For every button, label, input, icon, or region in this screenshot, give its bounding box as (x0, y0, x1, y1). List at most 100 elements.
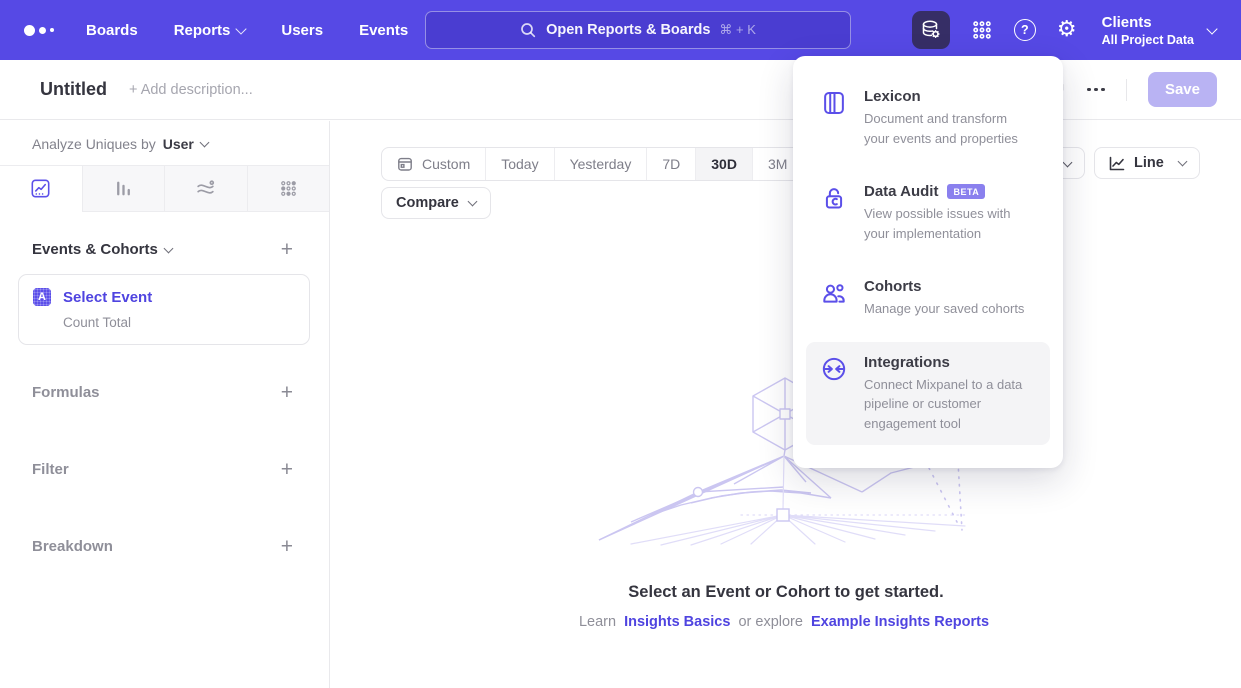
cohorts-title: Cohorts (864, 278, 1024, 295)
project-subtitle: All Project Data (1102, 33, 1194, 47)
help-button[interactable]: ? (1014, 19, 1036, 41)
nav-events[interactable]: Events (359, 22, 408, 39)
data-management-menu: Lexicon Document and transform your even… (793, 56, 1063, 468)
events-section-header: Events & Cohorts + (0, 239, 329, 260)
tab-metric-grid[interactable] (247, 166, 330, 212)
breakdown-row: Breakdown + (0, 536, 329, 557)
tab-flow-chart[interactable] (164, 166, 247, 212)
add-breakdown-button[interactable]: + (281, 536, 293, 557)
apps-grid-icon (971, 19, 993, 41)
event-card[interactable]: A Select Event Count Total (18, 274, 310, 345)
gear-icon: ⚙ (1057, 19, 1077, 41)
chevron-down-icon (236, 23, 247, 34)
analyze-prefix: Analyze Uniques by (32, 136, 156, 152)
nav-reports[interactable]: Reports (174, 22, 246, 39)
count-total-dropdown[interactable]: Count Total (63, 315, 295, 330)
dot (1101, 88, 1105, 92)
top-navbar: Boards Reports Users Events Open Reports… (0, 0, 1241, 60)
events-section-toggle[interactable]: Events & Cohorts (32, 241, 172, 258)
analyze-unit-dropdown[interactable]: User (163, 136, 208, 152)
metric-grid-icon (278, 178, 299, 199)
more-options-button[interactable] (1087, 84, 1105, 96)
example-reports-link[interactable]: Example Insights Reports (811, 614, 989, 630)
add-filter-button[interactable]: + (281, 459, 293, 480)
range-custom-label: Custom (422, 156, 470, 172)
dot (1094, 88, 1098, 92)
question-mark-icon: ? (1014, 19, 1036, 41)
insights-basics-link[interactable]: Insights Basics (624, 614, 730, 630)
project-name: Clients (1102, 14, 1194, 31)
global-search[interactable]: Open Reports & Boards ⌘ + K (425, 11, 851, 49)
line-chart-icon (30, 178, 51, 199)
beta-badge: BETA (947, 184, 985, 199)
formulas-label: Formulas (32, 384, 100, 401)
cohorts-icon (821, 278, 849, 319)
add-formula-button[interactable]: + (281, 382, 293, 403)
range-today[interactable]: Today (485, 148, 553, 180)
data-management-button[interactable] (912, 11, 950, 49)
empty-state-title: Select an Event or Cohort to get started… (331, 583, 1241, 602)
chevron-down-icon (1206, 23, 1217, 34)
mixpanel-logo[interactable] (24, 25, 68, 36)
query-builder-sidebar: Analyze Uniques by User (0, 121, 330, 688)
page-title[interactable]: Untitled (40, 79, 107, 100)
lexicon-description: Document and transform your events and p… (864, 109, 1035, 148)
chart-type-tabs (0, 165, 329, 212)
integrations-title: Integrations (864, 354, 1035, 371)
chevron-down-icon (1063, 157, 1073, 167)
formulas-row: Formulas + (0, 382, 329, 403)
menu-item-integrations[interactable]: Integrations Connect Mixpanel to a data … (806, 342, 1050, 446)
learn-prefix: Learn (579, 614, 616, 630)
chevron-down-icon (199, 138, 209, 148)
navbar-actions: ? ⚙ Clients All Project Data (912, 11, 1241, 49)
chart-style-dropdown[interactable]: Line (1094, 147, 1200, 179)
menu-item-lexicon[interactable]: Lexicon Document and transform your even… (806, 76, 1050, 160)
nav-users[interactable]: Users (281, 22, 323, 39)
tab-line-chart[interactable] (0, 166, 82, 212)
divider (1126, 79, 1127, 101)
range-7d[interactable]: 7D (646, 148, 695, 180)
date-range-control: Custom Today Yesterday 7D 30D 3M 6M (381, 147, 854, 181)
line-style-icon (1108, 155, 1126, 172)
select-event-label[interactable]: Select Event (63, 289, 152, 306)
save-button[interactable]: Save (1148, 72, 1217, 107)
logo-dot (39, 27, 46, 34)
search-icon (520, 22, 537, 39)
data-audit-icon (821, 183, 849, 243)
range-30d[interactable]: 30D (695, 148, 752, 180)
report-canvas: Custom Today Yesterday 7D 30D 3M 6M Comp… (331, 121, 1241, 688)
chevron-down-icon (163, 243, 173, 253)
compare-label: Compare (396, 195, 459, 211)
empty-state-links: Learn Insights Basics or explore Example… (331, 614, 1241, 630)
or-explore-text: or explore (738, 614, 802, 630)
project-switcher[interactable]: Clients All Project Data (1102, 14, 1216, 47)
report-actions: Save (1045, 72, 1241, 107)
data-audit-title: Data Audit (864, 183, 938, 200)
tab-bar-chart[interactable] (82, 166, 165, 212)
dot (1087, 88, 1091, 92)
chart-style-label: Line (1134, 155, 1164, 171)
primary-nav: Boards Reports Users Events (86, 22, 408, 39)
menu-item-data-audit[interactable]: Data Audit BETA View possible issues wit… (806, 171, 1050, 255)
logo-dot (24, 25, 35, 36)
add-event-button[interactable]: + (281, 239, 293, 260)
settings-button[interactable]: ⚙ (1057, 19, 1077, 41)
range-yesterday[interactable]: Yesterday (554, 148, 647, 180)
chevron-down-icon (467, 197, 477, 207)
breakdown-label: Breakdown (32, 538, 113, 555)
add-description[interactable]: + Add description... (129, 82, 253, 98)
range-custom[interactable]: Custom (382, 148, 485, 180)
cohorts-description: Manage your saved cohorts (864, 299, 1024, 319)
logo-dot (50, 28, 54, 32)
apps-grid-button[interactable] (971, 19, 993, 41)
calendar-icon (397, 156, 413, 172)
menu-item-cohorts[interactable]: Cohorts Manage your saved cohorts (806, 266, 1050, 331)
nav-boards[interactable]: Boards (86, 22, 138, 39)
bar-chart-icon (113, 178, 134, 199)
search-placeholder: Open Reports & Boards (546, 22, 710, 38)
compare-button[interactable]: Compare (381, 187, 491, 219)
filter-row: Filter + (0, 459, 329, 480)
data-audit-description: View possible issues with your implement… (864, 204, 1035, 243)
analyze-row: Analyze Uniques by User (0, 121, 329, 152)
chevron-down-icon (1177, 157, 1187, 167)
